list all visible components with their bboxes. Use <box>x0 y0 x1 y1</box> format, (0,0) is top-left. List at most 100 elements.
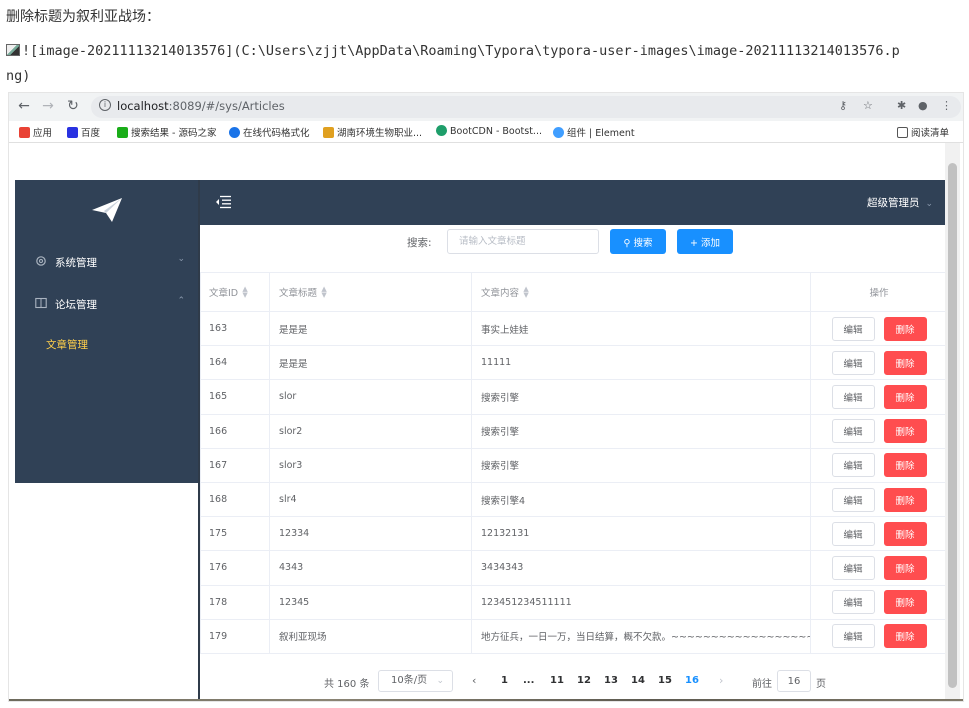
bookmark-code-format[interactable]: 在线代码格式化 <box>229 125 310 139</box>
cell-actions: 编辑 删除 <box>811 415 947 448</box>
cell-title: 叙利亚现场 <box>270 619 472 653</box>
cell-content: 3434343 <box>472 551 811 585</box>
delete-button[interactable]: 删除 <box>883 555 927 580</box>
cell-id: 166 <box>200 414 270 448</box>
profile-icon[interactable]: ● <box>918 99 928 112</box>
chevron-down-icon: ⌄ <box>436 676 444 686</box>
cell-id: 168 <box>200 483 270 517</box>
cell-id: 179 <box>200 619 270 653</box>
info-icon[interactable]: i <box>99 99 111 111</box>
edit-button[interactable]: 编辑 <box>831 453 875 478</box>
delete-button[interactable]: 删除 <box>883 350 927 375</box>
cell-title: 12345 <box>270 585 472 619</box>
cell-content: 搜索引擎 <box>472 380 811 414</box>
cell-id: 176 <box>200 551 270 585</box>
bookmark-code-home[interactable]: 搜索结果 - 源码之家 <box>117 125 216 139</box>
edit-button[interactable]: 编辑 <box>831 487 875 512</box>
edit-button[interactable]: 编辑 <box>831 384 875 409</box>
jump-page-input[interactable] <box>777 670 811 692</box>
cell-title: 是是是 <box>270 312 472 346</box>
bookmark-apps[interactable]: 应用 <box>19 125 52 139</box>
menu-system[interactable]: 系统管理 ⌄ <box>15 242 199 282</box>
reading-list[interactable]: 阅读清单 <box>897 125 949 139</box>
column-header-content[interactable]: 文章内容 ▲ ▼ <box>472 272 811 311</box>
cell-actions: 编辑 删除 <box>811 449 947 482</box>
bookmark-bootcdn[interactable]: BootCDN - Bootst... <box>436 125 542 137</box>
star-icon[interactable]: ☆ <box>863 99 873 112</box>
chevron-down-icon: ⌄ <box>925 199 933 209</box>
page-ellipsis[interactable]: ... <box>523 675 534 686</box>
forward-arrow-icon[interactable]: → <box>39 98 57 114</box>
delete-button[interactable]: 删除 <box>883 419 927 444</box>
sidebar: 系统管理 ⌄ 论坛管理 ⌃ 文章管理 <box>15 180 199 483</box>
delete-button[interactable]: 删除 <box>883 316 927 341</box>
cell-actions: 编辑 删除 <box>811 517 947 550</box>
menu-fold-icon[interactable] <box>215 195 231 209</box>
delete-button[interactable]: 删除 <box>883 487 927 512</box>
page-15[interactable]: 15 <box>658 675 672 686</box>
page-11[interactable]: 11 <box>550 675 564 686</box>
key-icon[interactable]: ⚷ <box>839 99 847 112</box>
cell-actions: 编辑 删除 <box>811 312 947 345</box>
page-1[interactable]: 1 <box>501 675 508 686</box>
edit-button[interactable]: 编辑 <box>831 419 875 444</box>
menu-forum[interactable]: 论坛管理 ⌃ <box>15 284 199 324</box>
add-button[interactable]: + 添加 <box>677 229 733 254</box>
delete-button[interactable]: 删除 <box>883 453 927 478</box>
search-button[interactable]: ⚲ 搜索 <box>610 229 666 254</box>
cell-content: 事实上娃娃 <box>472 312 811 346</box>
book-icon <box>35 297 47 309</box>
table-row: 164 是是是 11111 编辑 删除 <box>200 346 947 381</box>
address-bar[interactable]: i localhost:8089/#/sys/Articles ⚷ ☆ ✱ ● … <box>91 96 961 118</box>
page-12[interactable]: 12 <box>577 675 591 686</box>
sort-icon[interactable]: ▲ ▼ <box>242 285 248 298</box>
extension-icon[interactable]: ✱ <box>897 99 906 112</box>
user-dropdown[interactable]: 超级管理员 ⌄ <box>867 195 933 210</box>
edit-button[interactable]: 编辑 <box>831 555 875 580</box>
scrollbar-thumb[interactable] <box>948 163 957 688</box>
reload-icon[interactable]: ↻ <box>64 98 82 114</box>
sort-icon[interactable]: ▲ ▼ <box>321 285 327 298</box>
cell-content: 搜索引擎 <box>472 448 811 482</box>
menu-article-management[interactable]: 文章管理 <box>15 326 199 362</box>
back-arrow-icon[interactable]: ← <box>15 98 33 114</box>
bookmark-college[interactable]: 湖南环境生物职业... <box>323 125 422 139</box>
table-row: 166 slor2 搜索引擎 编辑 删除 <box>200 414 947 449</box>
bootcdn-icon <box>436 125 447 136</box>
column-header-id[interactable]: 文章ID ▲ ▼ <box>200 272 270 311</box>
search-input[interactable] <box>447 229 599 254</box>
top-header: 超级管理员 ⌄ <box>200 180 947 225</box>
chevron-up-icon: ⌃ <box>177 296 185 306</box>
delete-button[interactable]: 删除 <box>883 521 927 546</box>
menu-system-label: 系统管理 <box>55 257 97 269</box>
edit-button[interactable]: 编辑 <box>831 350 875 375</box>
delete-button[interactable]: 删除 <box>883 590 927 615</box>
edit-button[interactable]: 编辑 <box>831 624 875 649</box>
page-13[interactable]: 13 <box>604 675 618 686</box>
column-header-title[interactable]: 文章标题 ▲ ▼ <box>270 272 472 311</box>
delete-button[interactable]: 删除 <box>883 384 927 409</box>
next-page-icon[interactable]: › <box>719 674 723 687</box>
prev-page-icon[interactable]: ‹ <box>472 674 476 687</box>
bookmark-baidu[interactable]: 百度 <box>67 125 100 139</box>
edit-button[interactable]: 编辑 <box>831 590 875 615</box>
table-row: 163 是是是 事实上娃娃 编辑 删除 <box>200 312 947 347</box>
cell-content: 搜索引擎 <box>472 414 811 448</box>
menu-dots-icon[interactable]: ⋮ <box>941 99 952 112</box>
search-bar: 搜索: ⚲ 搜索 + 添加 <box>200 225 947 269</box>
page-size-select[interactable]: 10条/页 ⌄ <box>378 670 453 692</box>
sort-icon[interactable]: ▲ ▼ <box>523 285 529 298</box>
table-row: 176 4343 3434343 编辑 删除 <box>200 551 947 586</box>
delete-button[interactable]: 删除 <box>883 624 927 649</box>
page-14[interactable]: 14 <box>631 675 645 686</box>
column-header-actions: 操作 <box>869 287 889 299</box>
cell-id: 178 <box>200 585 270 619</box>
college-icon <box>323 127 334 138</box>
edit-button[interactable]: 编辑 <box>831 316 875 341</box>
taskbar-strip <box>9 699 963 701</box>
edit-button[interactable]: 编辑 <box>831 521 875 546</box>
cell-actions: 编辑 删除 <box>811 483 947 516</box>
cell-actions: 编辑 删除 <box>811 586 947 619</box>
bookmark-element[interactable]: 组件 | Element <box>553 125 635 139</box>
page-16-current[interactable]: 16 <box>685 675 699 686</box>
